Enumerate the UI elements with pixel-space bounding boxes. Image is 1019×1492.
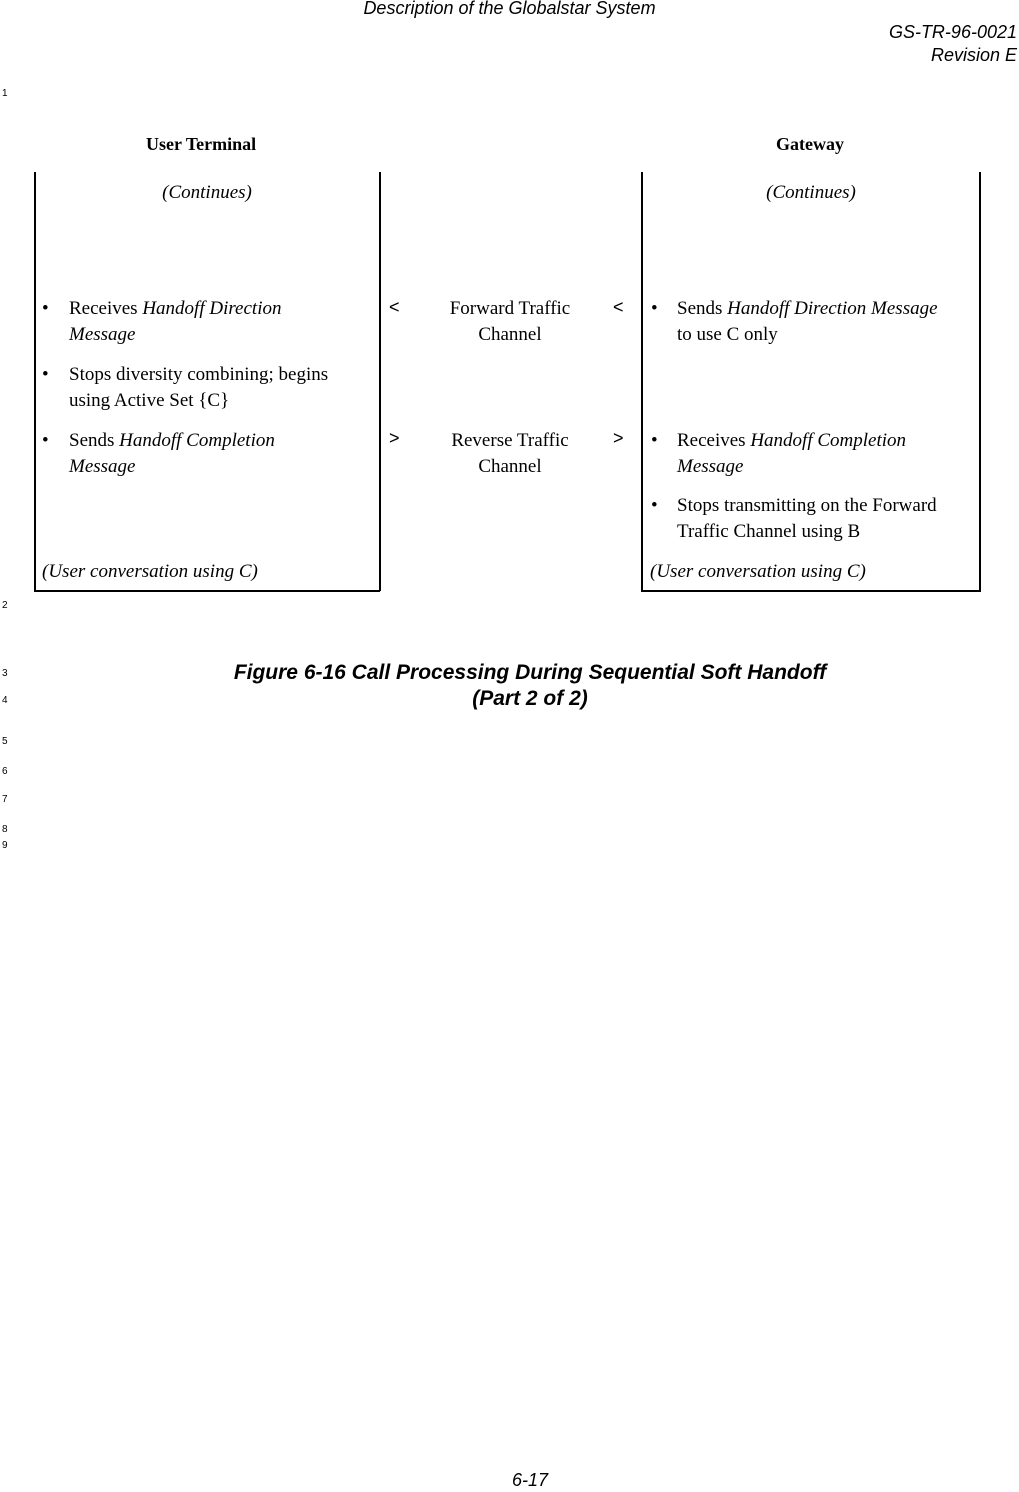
left-arrow-icon: < <box>613 297 624 317</box>
bullet-icon: • <box>42 298 49 319</box>
message-name: Message <box>677 456 744 477</box>
user-terminal-box-bottom-border <box>34 590 380 592</box>
step-text: Receives <box>69 298 143 319</box>
bullet-icon: • <box>42 364 49 385</box>
left-arrow-icon: < <box>389 297 400 317</box>
gateway-box-left-border <box>641 172 643 591</box>
message-name: Message <box>69 456 136 477</box>
bullet-icon: • <box>651 430 658 451</box>
bullet-icon: • <box>42 430 49 451</box>
step-text: Traffic Channel using B <box>677 521 861 542</box>
user-terminal-box-left-border <box>34 172 36 591</box>
line-number: 1 <box>2 88 8 99</box>
page-number: 6-17 <box>511 1470 549 1490</box>
right-arrow-icon: > <box>389 428 400 448</box>
step-text: Stops diversity combining; begins <box>69 364 329 385</box>
line-number: 8 <box>2 824 8 835</box>
channel-label: Channel <box>478 456 542 477</box>
figure-caption: Figure 6-16 Call Processing During Seque… <box>233 661 827 684</box>
line-number: 6 <box>2 766 8 777</box>
user-terminal-continues: (Continues) <box>162 182 252 203</box>
message-name: Handoff Direction Message <box>727 298 938 319</box>
channel-label: Forward Traffic <box>449 298 571 319</box>
channel-label: Channel <box>478 324 542 345</box>
step-text: using Active Set {C} <box>69 390 230 411</box>
message-name: Handoff Completion <box>750 430 907 451</box>
line-number: 9 <box>2 840 8 851</box>
channel-label: Reverse Traffic <box>451 430 569 451</box>
step-text: Sends <box>677 298 728 319</box>
step-text: to use C only <box>677 324 778 345</box>
message-name: Handoff Direction <box>142 298 282 319</box>
line-number: 2 <box>2 600 8 611</box>
document-revision: Revision E <box>930 45 1017 65</box>
document-id-block: GS-TR-96-0021 Revision E <box>889 21 1017 67</box>
gateway-box-right-border <box>979 172 981 591</box>
step-text: Stops transmitting on the Forward <box>677 495 937 516</box>
bullet-icon: • <box>651 495 658 516</box>
document-title: Description of the Globalstar System <box>363 0 656 18</box>
gateway-conversation: (User conversation using C) <box>650 561 866 582</box>
gateway-continues: (Continues) <box>766 182 856 203</box>
document-number: GS-TR-96-0021 <box>888 22 1017 42</box>
step-text: Receives <box>677 430 751 451</box>
line-number: 7 <box>2 794 8 805</box>
line-number: 5 <box>2 736 8 747</box>
right-arrow-icon: > <box>613 428 624 448</box>
step-text: Sends <box>69 430 120 451</box>
message-name: Handoff Completion <box>119 430 275 451</box>
gateway-box-bottom-border <box>641 590 981 592</box>
figure-caption-part: (Part 2 of 2) <box>472 687 588 710</box>
user-terminal-conversation: (User conversation using C) <box>42 561 258 582</box>
column-heading-user-terminal: User Terminal <box>146 134 257 154</box>
bullet-icon: • <box>651 298 658 319</box>
column-heading-gateway: Gateway <box>776 134 844 154</box>
message-name: Message <box>69 324 136 345</box>
user-terminal-box-right-border <box>379 172 381 591</box>
